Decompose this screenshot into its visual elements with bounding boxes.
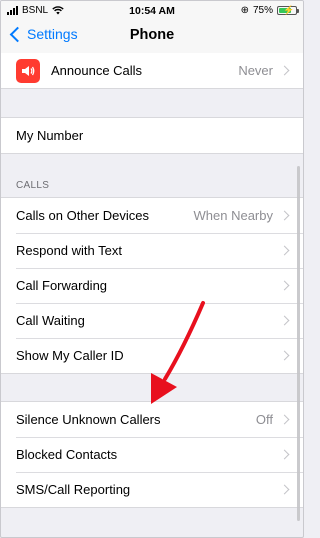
navigation-bar: Settings Phone [1, 21, 303, 53]
chevron-right-icon [279, 210, 290, 221]
row-label: Blocked Contacts [16, 447, 118, 462]
phone-screen: BSNL 10:54 AM ⊕ 75% ⚡ Settings Phone Ann… [0, 0, 304, 538]
chevron-left-icon [9, 26, 26, 42]
chevron-right-icon [279, 280, 290, 291]
announce-calls-label: Announce Calls [51, 63, 143, 78]
charging-icon: ⚡ [283, 5, 295, 15]
status-bar: BSNL 10:54 AM ⊕ 75% ⚡ [1, 1, 303, 21]
chevron-right-icon [279, 449, 290, 460]
call-forwarding-row[interactable]: Call Forwarding [1, 268, 303, 303]
back-label: Settings [27, 26, 78, 42]
calls-group: Calls on Other Devices When Nearby Respo… [1, 197, 303, 374]
row-value: When Nearby [193, 208, 273, 223]
announce-calls-value: Never [238, 63, 273, 78]
battery-percent: 75% [252, 5, 273, 16]
row-label: Respond with Text [16, 243, 122, 258]
chevron-right-icon [279, 65, 290, 76]
row-label: SMS/Call Reporting [16, 482, 131, 497]
row-label: Calls on Other Devices [16, 208, 149, 223]
row-value: Off [255, 412, 273, 427]
respond-with-text-row[interactable]: Respond with Text [1, 233, 303, 268]
chevron-right-icon [279, 315, 290, 326]
call-waiting-row[interactable]: Call Waiting [1, 303, 303, 338]
chevron-right-icon [279, 245, 290, 256]
my-number-label: My Number [16, 128, 84, 143]
blocking-group: Silence Unknown Callers Off Blocked Cont… [1, 401, 303, 508]
row-label: Silence Unknown Callers [16, 412, 161, 427]
show-my-caller-id-row[interactable]: Show My Caller ID [1, 338, 303, 373]
status-right: ⊕ 75% ⚡ [240, 5, 299, 16]
my-number-row[interactable]: My Number [1, 118, 303, 153]
calls-on-other-devices-row[interactable]: Calls on Other Devices When Nearby [1, 198, 303, 233]
silence-unknown-callers-row[interactable]: Silence Unknown Callers Off [1, 402, 303, 437]
back-button[interactable]: Settings [9, 26, 78, 42]
my-number-group: My Number [1, 117, 303, 154]
blocked-contacts-row[interactable]: Blocked Contacts [1, 437, 303, 472]
row-label: Call Waiting [16, 313, 85, 328]
announce-calls-row[interactable]: Announce Calls Never [1, 53, 303, 88]
calls-section-header: CALLS [16, 180, 50, 191]
chevron-right-icon [279, 350, 290, 361]
row-label: Show My Caller ID [16, 348, 124, 363]
scrollbar[interactable] [297, 166, 300, 521]
announce-group: Announce Calls Never [1, 53, 303, 89]
chevron-right-icon [279, 414, 290, 425]
speaker-icon [16, 58, 40, 83]
sms-call-reporting-row[interactable]: SMS/Call Reporting [1, 472, 303, 507]
chevron-right-icon [279, 484, 290, 495]
orientation-lock-icon: ⊕ [240, 5, 249, 16]
battery-icon: ⚡ [277, 5, 299, 15]
row-label: Call Forwarding [16, 278, 108, 293]
